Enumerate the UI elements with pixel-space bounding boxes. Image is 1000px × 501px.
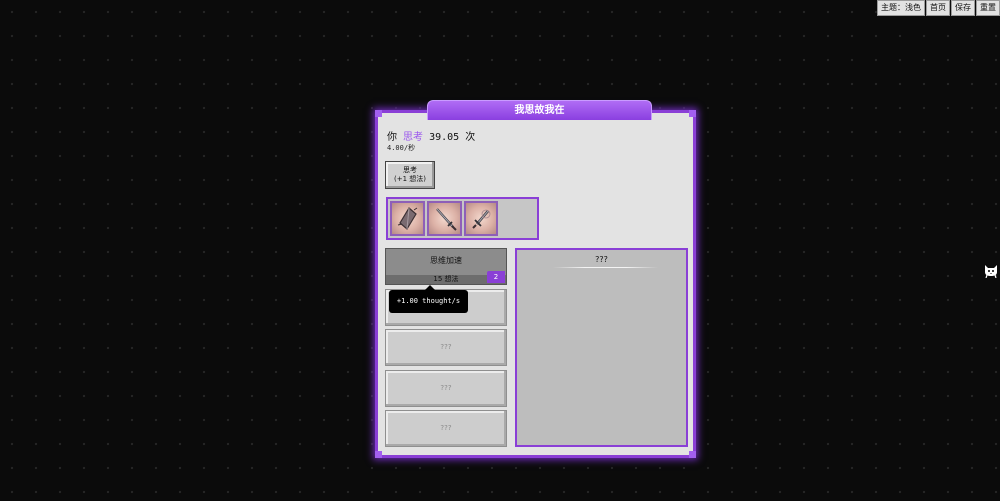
corner-decoration bbox=[375, 110, 382, 117]
tooltip-arrow bbox=[425, 285, 435, 290]
home-button[interactable]: 首页 bbox=[926, 0, 950, 16]
think-button[interactable]: 思考 (+1 想法) bbox=[385, 161, 435, 189]
inventory-slot[interactable] bbox=[463, 201, 499, 236]
thought-rate: 4.00/秒 bbox=[387, 144, 416, 152]
think-button-label: 思考 bbox=[403, 166, 417, 174]
inventory-slot[interactable] bbox=[426, 201, 462, 236]
theme-toggle-button[interactable]: 主题：浅色 bbox=[877, 0, 925, 16]
save-button[interactable]: 保存 bbox=[951, 0, 975, 16]
dagger-icon bbox=[471, 209, 490, 229]
counter-suffix: 次 bbox=[465, 132, 476, 143]
inventory-slot[interactable] bbox=[390, 201, 425, 236]
inventory-bar bbox=[386, 197, 539, 240]
counter-verb: 思考 bbox=[403, 132, 424, 143]
think-button-gain: (+1 想法) bbox=[393, 175, 426, 183]
thought-counter: 你 思考 39.05 次 bbox=[387, 128, 475, 143]
info-panel-divider bbox=[553, 267, 658, 268]
reset-button[interactable]: 重置 bbox=[976, 0, 1000, 16]
corner-decoration bbox=[375, 451, 382, 458]
top-bar: 主题：浅色 首页 保存 重置 bbox=[877, 0, 1000, 16]
info-panel-title: ??? bbox=[595, 255, 608, 264]
upgrade-level-badge: 2 bbox=[487, 271, 505, 283]
sword-icon bbox=[435, 208, 457, 231]
crystal-shard-icon bbox=[397, 207, 418, 230]
locked-upgrade[interactable]: ??? bbox=[385, 329, 507, 366]
cat-icon[interactable] bbox=[983, 262, 999, 279]
empty-inventory-slot[interactable] bbox=[500, 201, 535, 236]
corner-decoration bbox=[689, 451, 696, 458]
upgrade-thought-acceleration[interactable]: 思维加速 15 想法 2 bbox=[385, 248, 507, 285]
info-panel: ??? bbox=[515, 248, 688, 447]
upgrade-tooltip: +1.00 thought/s bbox=[389, 285, 468, 313]
counter-amount: 39.05 bbox=[429, 132, 460, 143]
counter-prefix: 你 bbox=[387, 132, 397, 143]
tooltip-text: +1.00 thought/s bbox=[396, 297, 461, 305]
corner-decoration bbox=[689, 110, 696, 117]
panel-title-tab: 我思故我在 bbox=[427, 100, 652, 120]
locked-upgrade[interactable]: ??? bbox=[385, 370, 507, 407]
upgrade-name: 思维加速 bbox=[430, 256, 462, 265]
locked-upgrade[interactable]: ??? bbox=[385, 410, 507, 447]
